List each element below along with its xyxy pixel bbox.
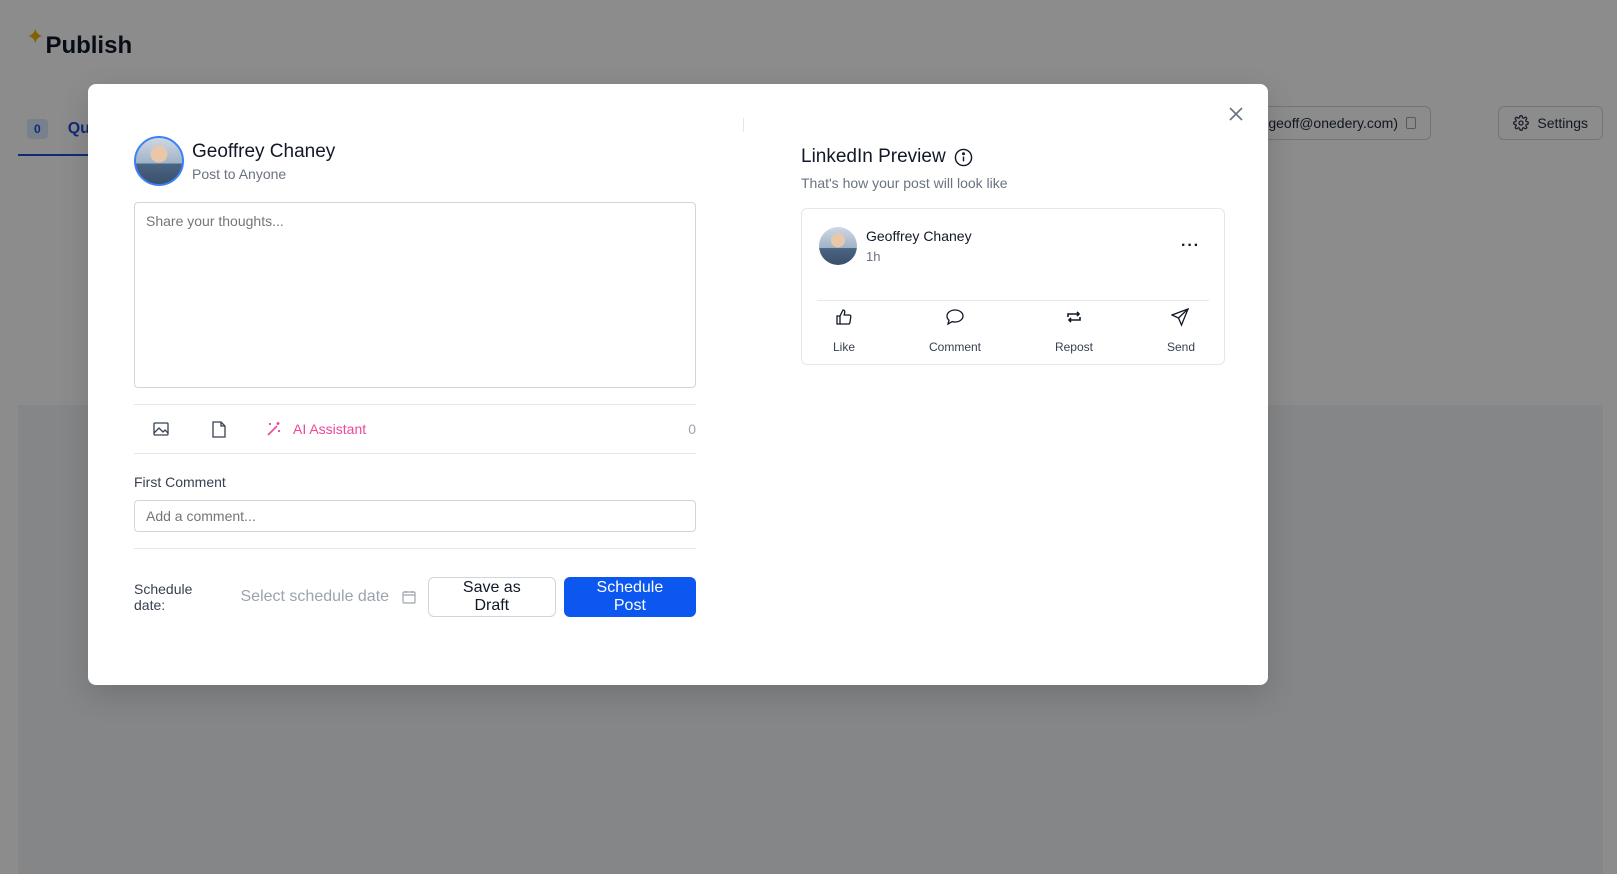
character-count: 0	[688, 421, 696, 437]
first-comment-input[interactable]	[134, 500, 696, 532]
preview-post-time: 1h	[866, 249, 881, 264]
preview-subtitle: That's how your post will look like	[801, 175, 1008, 191]
preview-title-text: LinkedIn Preview	[801, 146, 946, 167]
schedule-row: Schedule date: Select schedule date Save…	[134, 577, 696, 617]
first-comment-label: First Comment	[134, 474, 226, 490]
preview-actions: Like Comment Repost Send	[817, 306, 1209, 364]
repost-label: Repost	[1054, 340, 1093, 354]
schedule-post-button[interactable]: Schedule Post	[563, 577, 696, 617]
magic-wand-icon	[267, 422, 280, 436]
thumbs-up-icon	[836, 309, 852, 325]
add-image-button[interactable]	[150, 418, 172, 440]
preview-comment-action[interactable]: Comment	[929, 306, 981, 364]
schedule-date-placeholder: Select schedule date	[240, 588, 390, 605]
divider	[134, 548, 696, 549]
preview-divider	[817, 300, 1209, 301]
calendar-icon	[402, 591, 416, 604]
post-content-input[interactable]	[134, 202, 696, 388]
author-info: Geoffrey Chaney Post to Anyone	[192, 141, 335, 182]
linkedin-preview-title: LinkedIn Preview	[801, 146, 973, 168]
schedule-date-picker[interactable]: Select schedule date	[241, 581, 424, 613]
document-icon	[212, 420, 226, 438]
preview-like-action[interactable]: Like	[833, 306, 855, 364]
schedule-date-label: Schedule date:	[134, 581, 193, 613]
save-as-draft-button[interactable]: Save as Draft	[427, 577, 556, 617]
comment-icon	[946, 309, 964, 326]
linkedin-post-preview-card: Geoffrey Chaney 1h ··· Like Comment Repo…	[801, 208, 1225, 365]
image-icon	[153, 422, 169, 436]
repost-icon	[1067, 311, 1081, 323]
composer-toolbar: AI Assistant 0	[134, 404, 696, 454]
avatar	[134, 136, 184, 186]
preview-send-action[interactable]: Send	[1167, 306, 1195, 364]
send-icon	[1171, 307, 1190, 327]
add-document-button[interactable]	[208, 418, 230, 440]
post-visibility[interactable]: Post to Anyone	[192, 166, 335, 182]
comment-label: Comment	[928, 340, 981, 354]
post-author: Geoffrey Chaney Post to Anyone	[134, 136, 335, 186]
like-label: Like	[833, 340, 856, 354]
column-divider	[743, 118, 744, 132]
info-icon[interactable]	[954, 148, 973, 167]
ai-assistant-label: AI Assistant	[293, 421, 367, 437]
close-icon	[1229, 107, 1243, 121]
preview-author-name: Geoffrey Chaney	[866, 228, 972, 244]
send-label: Send	[1166, 340, 1195, 354]
close-button[interactable]	[1224, 102, 1248, 126]
ai-assistant-button[interactable]: AI Assistant	[266, 421, 366, 437]
preview-post-header: Geoffrey Chaney 1h	[819, 227, 972, 265]
author-name: Geoffrey Chaney	[192, 140, 336, 162]
preview-author-info: Geoffrey Chaney 1h	[866, 228, 972, 264]
preview-repost-action[interactable]: Repost	[1055, 306, 1093, 364]
avatar	[819, 227, 857, 265]
more-options-icon[interactable]: ···	[1181, 237, 1200, 255]
compose-post-modal: Geoffrey Chaney Post to Anyone AI Assist…	[88, 84, 1268, 685]
